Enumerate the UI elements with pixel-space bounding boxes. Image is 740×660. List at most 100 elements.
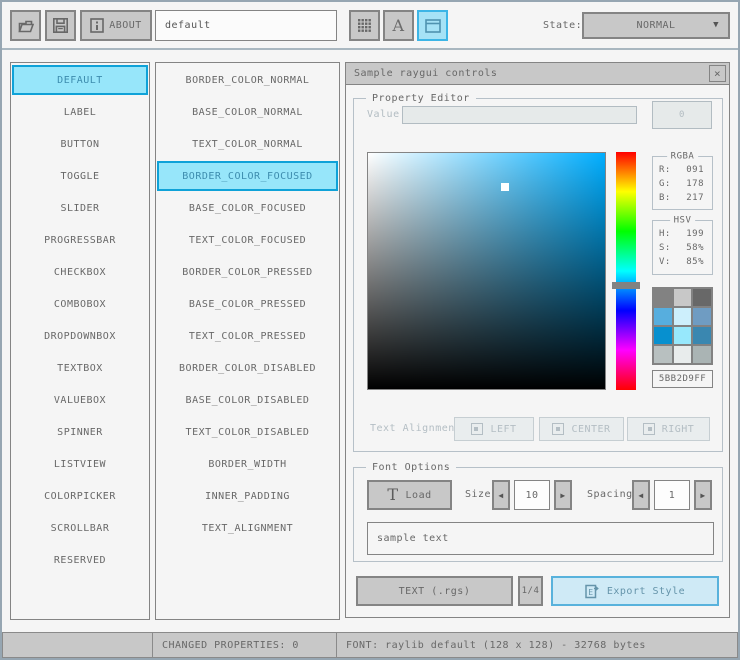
size-decrement-button[interactable]: ◀	[492, 480, 510, 510]
hsv-hue-value: 199	[686, 229, 704, 239]
sidebar-item-button[interactable]: BUTTON	[12, 129, 148, 159]
color-saturation-value-picker[interactable]	[367, 152, 606, 390]
property-item-text-color-normal[interactable]: TEXT_COLOR_NORMAL	[157, 129, 338, 159]
sidebar-item-toggle[interactable]: TOGGLE	[12, 161, 148, 191]
statusbar-font-info: FONT: raylib default (128 x 128) - 32768…	[336, 633, 737, 657]
property-item-text-color-pressed[interactable]: TEXT_COLOR_PRESSED	[157, 321, 338, 351]
open-style-button[interactable]	[10, 10, 41, 41]
sidebar-item-dropdownbox[interactable]: DROPDOWNBOX	[12, 321, 148, 351]
color-swatch[interactable]	[673, 327, 692, 344]
sample-text: sample text	[377, 533, 449, 544]
chevron-down-icon: ▼	[713, 20, 719, 30]
sidebar-item-scrollbar[interactable]: SCROLLBAR	[12, 513, 148, 543]
color-swatch[interactable]	[673, 289, 692, 306]
export-format-label: TEXT (.rgs)	[398, 585, 471, 597]
style-name-input[interactable]	[155, 10, 337, 41]
property-item-border-color-pressed[interactable]: BORDER_COLOR_PRESSED	[157, 257, 338, 287]
save-style-button[interactable]	[45, 10, 76, 41]
property-item-text-color-focused[interactable]: TEXT_COLOR_FOCUSED	[157, 225, 338, 255]
font-letter-icon: A	[392, 15, 405, 35]
hue-slider[interactable]	[612, 152, 640, 390]
state-dropdown[interactable]: NORMAL ▼	[582, 12, 730, 39]
sidebar-item-progressbar[interactable]: PROGRESSBAR	[12, 225, 148, 255]
rguistyler-window: ABOUT A State:	[0, 0, 740, 660]
panel-close-button[interactable]: ×	[709, 65, 726, 82]
sidebar-item-listview[interactable]: LISTVIEW	[12, 449, 148, 479]
load-font-button[interactable]: T Load	[367, 480, 452, 510]
property-item-base-color-normal[interactable]: BASE_COLOR_NORMAL	[157, 97, 338, 127]
sidebar-item-combobox[interactable]: COMBOBOX	[12, 289, 148, 319]
align-center-button[interactable]: CENTER	[539, 417, 624, 441]
hsv-group-label: HSV	[669, 215, 696, 226]
statusbar-changed-properties: CHANGED PROPERTIES: 0	[152, 633, 336, 657]
color-swatch[interactable]	[654, 308, 672, 325]
property-item-base-color-focused[interactable]: BASE_COLOR_FOCUSED	[157, 193, 338, 223]
sidebar-item-checkbox[interactable]: CHECKBOX	[12, 257, 148, 287]
rgba-group: RGBA R: 091 G: 178 B: 217	[652, 151, 713, 210]
controls-view-button[interactable]	[417, 10, 448, 41]
align-center-label: CENTER	[571, 423, 611, 435]
sidebar-item-reserved[interactable]: RESERVED	[12, 545, 148, 575]
sidebar-item-label[interactable]: LABEL	[12, 97, 148, 127]
sidebar-item-textbox[interactable]: TEXTBOX	[12, 353, 148, 383]
sample-text-box[interactable]: sample text	[367, 522, 714, 555]
controls-list: DEFAULT LABEL BUTTON TOGGLE SLIDER PROGR…	[10, 62, 150, 620]
font-size-value[interactable]: 10	[514, 480, 550, 510]
sidebar-item-valuebox[interactable]: VALUEBOX	[12, 385, 148, 415]
property-item-base-color-pressed[interactable]: BASE_COLOR_PRESSED	[157, 289, 338, 319]
property-item-text-color-disabled[interactable]: TEXT_COLOR_DISABLED	[157, 417, 338, 447]
color-swatch[interactable]	[673, 308, 692, 325]
spacing-decrement-button[interactable]: ◀	[632, 480, 650, 510]
sidebar-item-colorpicker[interactable]: COLORPICKER	[12, 481, 148, 511]
property-item-base-color-disabled[interactable]: BASE_COLOR_DISABLED	[157, 385, 338, 415]
align-center-icon	[552, 423, 565, 435]
property-item-border-color-normal[interactable]: BORDER_COLOR_NORMAL	[157, 65, 338, 95]
style-table-view-button[interactable]	[349, 10, 380, 41]
property-item-inner-padding[interactable]: INNER_PADDING	[157, 481, 338, 511]
export-format-button[interactable]: TEXT (.rgs)	[356, 576, 513, 606]
color-swatch[interactable]	[693, 327, 711, 344]
color-swatch[interactable]	[654, 346, 672, 363]
align-right-icon	[642, 423, 655, 435]
arrow-right-icon: ▶	[700, 490, 706, 500]
statusbar: CHANGED PROPERTIES: 0 FONT: raylib defau…	[2, 632, 738, 658]
hex-color-box[interactable]: 5BB2D9FF	[652, 370, 713, 388]
sidebar-item-spinner[interactable]: SPINNER	[12, 417, 148, 447]
toolbar: ABOUT A State:	[2, 2, 738, 50]
color-swatch[interactable]	[693, 346, 711, 363]
align-right-button[interactable]: RIGHT	[627, 417, 710, 441]
color-swatch[interactable]	[673, 346, 692, 363]
value-button-label: 0	[679, 110, 685, 120]
align-left-button[interactable]: LEFT	[454, 417, 534, 441]
color-picker-marker[interactable]	[501, 183, 510, 192]
export-style-button[interactable]: E Export Style	[551, 576, 719, 606]
about-button[interactable]: ABOUT	[80, 10, 152, 41]
sidebar-item-slider[interactable]: SLIDER	[12, 193, 148, 223]
color-swatch[interactable]	[654, 327, 672, 344]
font-spacing-number: 1	[668, 489, 676, 501]
format-counter[interactable]: 1/4	[518, 576, 543, 606]
state-label: State:	[543, 20, 583, 31]
font-options-group: Font Options T Load Size: ◀ 10 ▶ Spacing…	[353, 461, 723, 562]
font-spacing-value[interactable]: 1	[654, 480, 690, 510]
size-increment-button[interactable]: ▶	[554, 480, 572, 510]
property-item-border-color-disabled[interactable]: BORDER_COLOR_DISABLED	[157, 353, 338, 383]
property-item-text-alignment[interactable]: TEXT_ALIGNMENT	[157, 513, 338, 543]
statusbar-empty-cell	[3, 633, 152, 657]
arrow-right-icon: ▶	[560, 490, 566, 500]
color-swatch[interactable]	[654, 289, 672, 306]
sidebar-item-default[interactable]: DEFAULT	[12, 65, 148, 95]
value-button[interactable]: 0	[652, 101, 712, 129]
property-item-border-color-focused[interactable]: BORDER_COLOR_FOCUSED	[157, 161, 338, 191]
export-style-label: Export Style	[606, 585, 686, 597]
panel-titlebar[interactable]: Sample raygui controls	[346, 63, 729, 85]
hue-slider-handle[interactable]	[612, 282, 640, 290]
rgba-green-label: G:	[659, 179, 671, 189]
font-view-button[interactable]: A	[383, 10, 414, 41]
property-item-border-width[interactable]: BORDER_WIDTH	[157, 449, 338, 479]
spacing-increment-button[interactable]: ▶	[694, 480, 712, 510]
color-swatch[interactable]	[693, 308, 711, 325]
value-label: Value:	[367, 109, 407, 120]
value-slider[interactable]	[402, 106, 637, 124]
color-swatch[interactable]	[693, 289, 711, 306]
